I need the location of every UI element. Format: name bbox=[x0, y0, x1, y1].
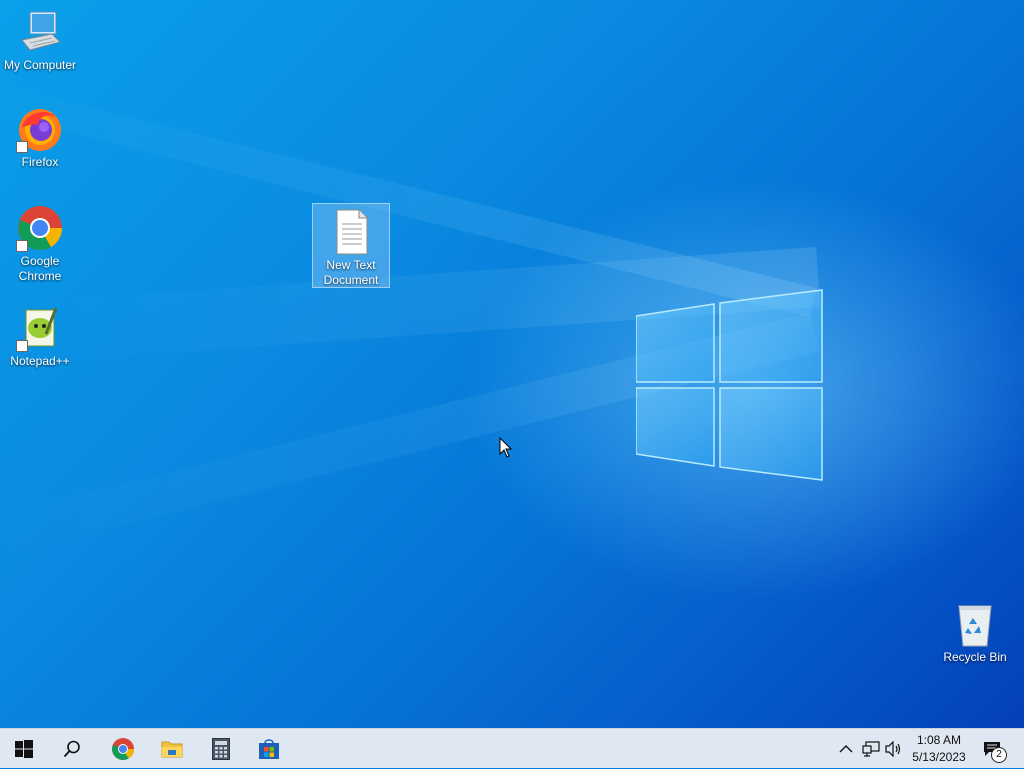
desktop-icon-recycle-bin[interactable]: Recycle Bin bbox=[935, 600, 1015, 665]
desktop-icon-label: Notepad++ bbox=[10, 354, 70, 368]
store-icon bbox=[259, 739, 279, 759]
taskbar-chrome-button[interactable] bbox=[99, 729, 147, 769]
mouse-cursor-icon bbox=[499, 437, 513, 458]
desktop-icon-my-computer[interactable]: My Computer bbox=[0, 8, 80, 73]
text-document-icon bbox=[327, 208, 375, 256]
desktop[interactable]: My Computer Firefox Google Chrome Notepa… bbox=[0, 0, 1024, 728]
windows-start-icon bbox=[15, 740, 33, 758]
search-icon bbox=[63, 740, 80, 758]
desktop-icon-label: Firefox bbox=[21, 155, 59, 169]
desktop-icon-label: My Computer bbox=[3, 58, 77, 72]
shortcut-arrow-icon bbox=[16, 240, 28, 252]
desktop-icon-firefox[interactable]: Firefox bbox=[0, 105, 80, 170]
start-button[interactable] bbox=[0, 729, 48, 769]
calculator-icon bbox=[212, 738, 230, 760]
shortcut-arrow-icon bbox=[16, 141, 28, 153]
chevron-up-icon bbox=[839, 745, 853, 753]
shortcut-arrow-icon bbox=[16, 340, 28, 352]
network-button[interactable] bbox=[861, 739, 881, 759]
desktop-icon-new-text-document[interactable]: New Text Document bbox=[312, 203, 390, 288]
desktop-icon-label: Recycle Bin bbox=[943, 650, 1007, 664]
computer-icon bbox=[16, 8, 64, 56]
taskbar-file-explorer-button[interactable] bbox=[148, 729, 196, 769]
show-hidden-icons-button[interactable] bbox=[836, 739, 856, 759]
clock[interactable]: 1:08 AM 5/13/2023 bbox=[906, 732, 972, 766]
network-icon bbox=[862, 741, 880, 757]
windows-logo-wallpaper bbox=[636, 289, 823, 481]
desktop-icon-notepadpp[interactable]: Notepad++ bbox=[0, 304, 80, 369]
notepadpp-icon bbox=[16, 304, 64, 352]
folder-icon bbox=[161, 741, 183, 758]
clock-time: 1:08 AM bbox=[916, 733, 962, 747]
chrome-icon bbox=[16, 204, 64, 252]
clock-date: 5/13/2023 bbox=[912, 750, 966, 764]
desktop-icon-google-chrome[interactable]: Google Chrome bbox=[0, 204, 80, 284]
volume-icon bbox=[885, 741, 901, 757]
chrome-icon bbox=[112, 738, 134, 760]
desktop-icon-label: Google Chrome bbox=[18, 254, 62, 283]
notification-count-badge: 2 bbox=[991, 747, 1007, 763]
recycle-bin-icon bbox=[951, 600, 999, 648]
desktop-icon-label: New Text Document bbox=[323, 258, 379, 287]
search-button[interactable] bbox=[48, 729, 96, 769]
taskbar-store-button[interactable] bbox=[245, 729, 293, 769]
volume-button[interactable] bbox=[884, 739, 904, 759]
firefox-icon bbox=[16, 105, 64, 153]
taskbar: 1:08 AM 5/13/2023 bbox=[0, 728, 1024, 768]
taskbar-calculator-button[interactable] bbox=[197, 729, 245, 769]
